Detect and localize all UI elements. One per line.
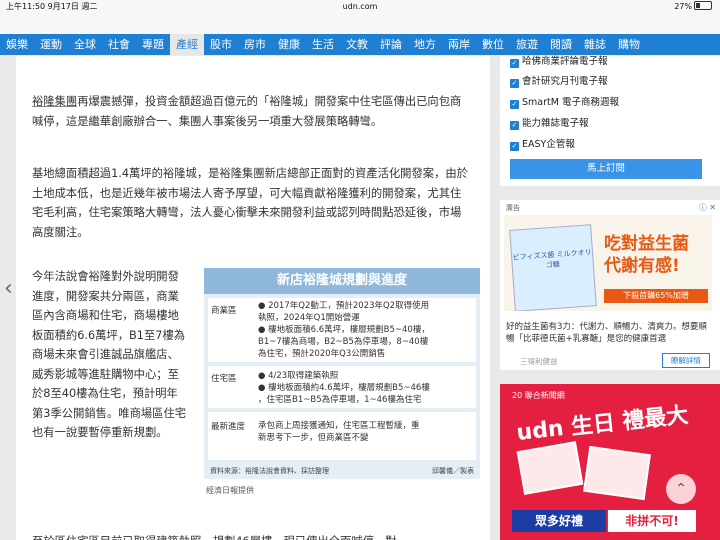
gift-card-icon	[583, 445, 651, 501]
gift-card-icon	[516, 441, 584, 495]
row-body: 承包商上周接獲通知，住宅區工程暫緩，重 新思考下一步，但商業區不變	[258, 421, 420, 443]
ad-brand: 三得利健益	[520, 357, 558, 366]
row-body: ● 2017年Q2動工，預計2023年Q2取得使用 執照，2024年Q1開始營運…	[258, 301, 430, 359]
nav-item[interactable]: 文教	[340, 34, 374, 55]
checkbox-icon[interactable]: ✓	[510, 59, 519, 68]
url-bar[interactable]: udn.com	[0, 0, 720, 13]
newsletter-option[interactable]: ✓ EASY企管報	[510, 136, 575, 151]
article-body: 裕隆集團再爆震撼彈，投資金額超過百億元的「裕隆城」開發案中住宅區傳出已向包商喊停…	[16, 56, 490, 540]
ad-image[interactable]: ビフィズス菌 ミルクオリゴ糖 吃對益生菌 代謝有感! 下殺首購65%加贈	[504, 215, 712, 311]
nav-item[interactable]: 產經	[170, 34, 204, 55]
nav-item[interactable]: 評論	[374, 34, 408, 55]
newsletter-option[interactable]: ✓ 會計研究月刊電子報	[510, 73, 608, 88]
nav-item[interactable]: 健康	[272, 34, 306, 55]
ad-headline-2: 代謝有感!	[604, 256, 680, 276]
ad-udn-tag-1: 眾多好禮	[512, 510, 606, 532]
ad-close-icon[interactable]: ⓘ ✕	[699, 202, 716, 213]
row-category: 住宅區	[211, 374, 237, 384]
ad-probiotic[interactable]: 廣告 ⓘ ✕ ビフィズス菌 ミルクオリゴ糖 吃對益生菌 代謝有感! 下殺首購65…	[500, 200, 720, 370]
article-paragraph-3: 今年法說會裕隆對外說明開發進度，開發案共分兩區，商業區內含商場和住宅，商場樓地板…	[32, 270, 187, 439]
table-row-residential: 住宅區 ● 4/23取得建築執照 ● 樓地板面積約4.6萬坪，樓層規劃B5~46…	[208, 366, 476, 408]
nav-item[interactable]: 閱讀	[544, 34, 578, 55]
nav-item[interactable]: 娛樂	[0, 34, 34, 55]
checkbox-icon[interactable]: ✓	[510, 142, 519, 151]
yulon-group-link[interactable]: 裕隆集團	[32, 95, 77, 108]
nav-item[interactable]: 數位	[476, 34, 510, 55]
row-body: ● 4/23取得建築執照 ● 樓地板面積約4.6萬坪，樓層規劃B5~46樓 ，住…	[258, 371, 430, 405]
table-source: 資料來源：裕隆法說會資料、採訪整理	[210, 467, 329, 475]
article-paragraph-1: 裕隆集團再爆震撼彈，投資金額超過百億元的「裕隆城」開發案中住宅區傳出已向包商喊停…	[32, 95, 462, 128]
table-title: 新店裕隆城規劃與進度	[204, 268, 480, 294]
battery-icon	[694, 1, 712, 10]
prev-article-icon[interactable]: ‹	[4, 276, 13, 301]
nav-item[interactable]: 全球	[68, 34, 102, 55]
table-author: 邱馨儀／製表	[432, 467, 474, 475]
nav-item[interactable]: 兩岸	[442, 34, 476, 55]
row-category: 最新進度	[211, 422, 246, 432]
status-bar: 上午11:50 9月17日 週二 udn.com 27%	[0, 0, 720, 13]
row-category: 商業區	[211, 306, 237, 316]
ad-description: 好的益生菌有3力：代謝力、順暢力、清爽力。想要順暢「比菲德氏菌+乳寡醣」是您的健…	[506, 322, 707, 344]
newsletter-option[interactable]: ✓ SmartM 電子商務週報	[510, 94, 619, 109]
browser-toolbar	[0, 13, 720, 34]
table-row-commercial: 商業區 ● 2017年Q2動工，預計2023年Q2取得使用 執照，2024年Q1…	[208, 298, 476, 362]
nav-item[interactable]: 股市	[204, 34, 238, 55]
nav-item[interactable]: 生活	[306, 34, 340, 55]
product-package: ビフィズス菌 ミルクオリゴ糖	[509, 224, 597, 311]
sidebar: ✓ 哈佛商業評論電子報 ✓ 會計研究月刊電子報 ✓ SmartM 電子商務週報 ✓ 能力…	[500, 56, 720, 540]
newsletter-box: ✓ 哈佛商業評論電子報 ✓ 會計研究月刊電子報 ✓ SmartM 電子商務週報 ✓ 能力…	[500, 56, 720, 186]
category-nav: 娛樂 運動 全球 社會 專題 產經 股市 房市 健康 生活 文教 評論 地方 兩岸 數位 旅遊 閱讀 雜誌 購物	[0, 34, 720, 55]
ad-label: 廣告	[506, 204, 520, 212]
ad-udn-logo: 20 聯合新聞網	[512, 391, 565, 400]
nav-item[interactable]: 專題	[136, 34, 170, 55]
checkbox-icon[interactable]: ✓	[510, 79, 519, 88]
checkbox-icon[interactable]: ✓	[510, 100, 519, 109]
scroll-top-icon[interactable]: ⌃	[666, 474, 696, 504]
newsletter-option[interactable]: ✓ 能力雜誌電子報	[510, 115, 589, 130]
nav-item[interactable]: 社會	[102, 34, 136, 55]
battery-status: 27%	[674, 0, 712, 13]
project-plan-table[interactable]: 新店裕隆城規劃與進度 商業區 ● 2017年Q2動工，預計2023年Q2取得使用…	[204, 268, 480, 479]
nav-item[interactable]: 雜誌	[578, 34, 612, 55]
subscribe-button[interactable]: 馬上訂閱	[510, 159, 702, 179]
nav-item[interactable]: 地方	[408, 34, 442, 55]
ad-udn-headline: udn 生日 禮最大	[515, 403, 690, 446]
newsletter-option[interactable]: ✓ 哈佛商業評論電子報	[510, 53, 608, 68]
article-paragraph-4: 至於區住宅區目前已取得建築執照，規劃46層樓，現已傳出全面喊停，對	[32, 532, 472, 540]
nav-item[interactable]: 購物	[612, 34, 646, 55]
article-paragraph-2: 基地總面積超過1.4萬坪的裕隆城，是裕隆集團新店總部正面對的資產活化開發案，由於…	[32, 167, 468, 239]
nav-item[interactable]: 旅遊	[510, 34, 544, 55]
table-row-latest: 最新進度 承包商上周接獲通知，住宅區工程暫緩，重 新思考下一步，但商業區不變	[208, 412, 476, 460]
nav-item[interactable]: 運動	[34, 34, 68, 55]
ad-learn-more-button[interactable]: 瞭解詳情	[662, 353, 710, 368]
nav-item[interactable]: 房市	[238, 34, 272, 55]
figure-caption: 經濟日報提供	[206, 486, 254, 495]
checkbox-icon[interactable]: ✓	[510, 121, 519, 130]
ad-udn-birthday[interactable]: 20 聯合新聞網 udn 生日 禮最大 ⌃ 眾多好禮 非拼不可!	[500, 384, 720, 540]
ad-udn-tag-2: 非拼不可!	[608, 510, 696, 532]
ad-promo-band: 下殺首購65%加贈	[604, 289, 708, 303]
